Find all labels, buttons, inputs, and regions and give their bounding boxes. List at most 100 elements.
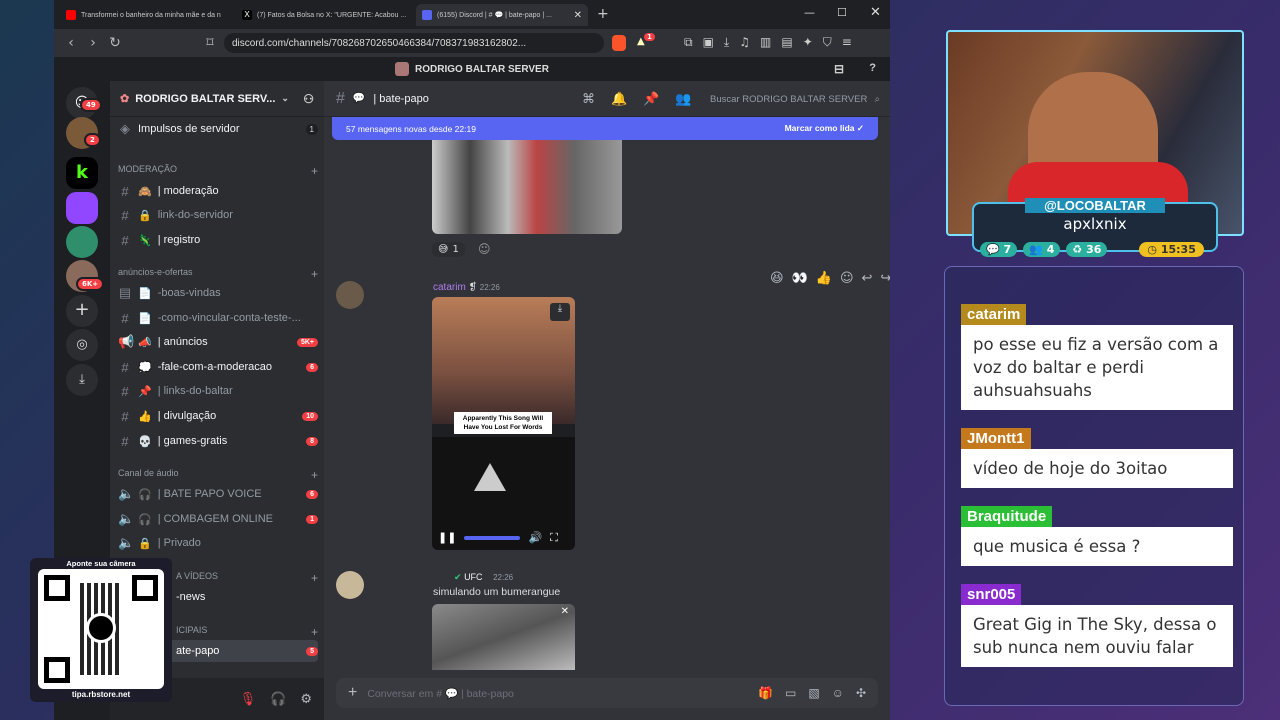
stream-stats: 💬 7 👥 4 ♻ 36 ◷ 15:35 — [980, 242, 1204, 257]
bell-icon[interactable]: 🔔 — [611, 91, 627, 107]
minimize-button[interactable]: — — [804, 6, 815, 19]
message-author[interactable]: ✔ UFC 22:26 — [454, 572, 513, 583]
brave-shield-icon[interactable] — [612, 35, 626, 51]
add-reaction-icon[interactable]: ☺ — [478, 242, 491, 256]
new-tab-button[interactable]: + — [597, 6, 609, 22]
add-server-icon[interactable]: + — [66, 295, 98, 327]
close-embed-icon[interactable]: ✕ — [561, 606, 569, 617]
channel-como-vincular[interactable]: # 📄 -como-vincular-conta-teste-... — [118, 307, 318, 329]
apps-icon[interactable]: ✣ — [856, 686, 866, 700]
add-channel-icon[interactable]: + — [311, 164, 318, 178]
channel-registro[interactable]: # 🦎 | registro — [118, 229, 318, 251]
forward-icon[interactable]: › — [82, 35, 104, 51]
maximize-button[interactable]: ☐ — [837, 6, 847, 19]
forward-icon[interactable]: ↪ — [880, 271, 890, 286]
gift-icon[interactable]: 🎁 — [758, 686, 773, 700]
video-player[interactable]: ⤓ Apparently This Song Will Have You Los… — [432, 297, 575, 550]
wallet-2-icon[interactable]: ▤ — [781, 35, 792, 50]
ai-icon[interactable]: ✦ — [803, 35, 813, 50]
headphones-icon[interactable]: 🎧 — [270, 692, 286, 707]
category-audio[interactable]: Canal de áudio + — [118, 468, 318, 482]
message-composer[interactable]: + Conversar em # 💬 | bate-papo 🎁 ▭ ▧ ☺ ✣ — [336, 678, 878, 708]
extensions-icon[interactable]: ⧉ — [684, 35, 693, 50]
qr-finder — [44, 575, 70, 601]
message-author[interactable]: catarim ❡ 22:26 — [433, 282, 500, 293]
members-icon[interactable]: 👥 — [675, 91, 691, 107]
attached-video[interactable]: ✕ — [432, 604, 575, 670]
download-icon[interactable]: ⤓ — [724, 35, 729, 50]
channel-name: | Privado — [157, 537, 201, 549]
voice-privado[interactable]: 🔈 🔒 | Privado — [118, 532, 318, 554]
add-channel-icon[interactable]: + — [311, 625, 318, 639]
avatar[interactable] — [336, 281, 364, 309]
category-anuncios[interactable]: anúncios-e-ofertas + — [118, 267, 318, 281]
threads-icon[interactable]: ⌘ — [582, 91, 595, 107]
add-member-icon[interactable]: ⚇ — [303, 92, 314, 106]
back-icon[interactable]: ‹ — [60, 35, 82, 51]
add-channel-icon[interactable]: + — [311, 571, 318, 585]
vpn-icon[interactable]: ⛉ — [823, 35, 832, 50]
reply-icon[interactable]: ↩ — [862, 271, 873, 286]
add-reaction-icon[interactable]: ☺ — [840, 271, 854, 286]
channel-games-gratis[interactable]: # 💀 | games-gratis 8 — [118, 430, 318, 452]
pause-icon[interactable]: ❚❚ — [438, 531, 456, 544]
explore-icon[interactable]: ◎ — [66, 329, 98, 361]
reaction-chip[interactable]: 😅 1 — [432, 242, 465, 257]
tab-discord[interactable]: (6155) Discord | # 💬 | bate-papo | ... ✕ — [416, 4, 588, 26]
reload-icon[interactable]: ↻ — [104, 35, 126, 51]
channel-emoji: 💭 — [138, 361, 152, 374]
settings-gear-icon[interactable]: ⚙ — [300, 692, 312, 707]
help-icon[interactable]: ? — [869, 62, 876, 74]
add-channel-icon[interactable]: + — [311, 468, 318, 482]
pin-icon[interactable]: 📌 — [643, 91, 659, 107]
mark-read-button[interactable]: Marcar como lida ✓ — [785, 123, 864, 134]
search-input[interactable]: Buscar RODRIGO BALTAR SERVER ⌕ — [710, 89, 880, 109]
download-icon[interactable]: ⤓ — [550, 303, 570, 321]
add-channel-icon[interactable]: + — [311, 267, 318, 281]
tab-x[interactable]: X (7) Fatos da Bolsa no X: "URGENTE: Aca… — [236, 4, 408, 26]
download-apps-icon[interactable]: ⤓ — [66, 364, 98, 396]
close-window-button[interactable]: ✕ — [870, 5, 881, 20]
channel-divulgacao[interactable]: # 👍 | divulgação 10 — [118, 405, 318, 427]
sticker-icon[interactable]: ▧ — [808, 686, 819, 700]
channel-name: -como-vincular-conta-teste-... — [157, 312, 301, 324]
twitch-icon[interactable] — [66, 192, 98, 224]
laugh-emoji-icon[interactable]: 😆 — [770, 271, 784, 286]
add-attachment-icon[interactable]: + — [348, 684, 357, 702]
inbox-icon[interactable]: ⊟ — [834, 62, 844, 76]
bookmark-icon[interactable]: ⌑ — [199, 35, 221, 51]
mic-muted-icon[interactable]: 🎙 — [240, 692, 257, 707]
channel-boas-vindas[interactable]: ▤ 📄 -boas-vindas — [118, 282, 318, 304]
channel-name: | registro — [157, 234, 201, 246]
chat-username: snr005 — [961, 584, 1022, 605]
close-tab-icon[interactable]: ✕ — [574, 10, 582, 21]
wallet-icon[interactable]: ▣ — [703, 35, 714, 50]
volume-icon[interactable]: 🔊 — [528, 531, 542, 544]
boost-item[interactable]: ◈ Impulsos de servidor 1 — [118, 118, 318, 140]
attached-image[interactable] — [432, 140, 622, 234]
channel-link-do-servidor[interactable]: # 🔒 link-do-servidor — [118, 204, 318, 226]
server-icon[interactable] — [66, 226, 98, 258]
media-icon[interactable]: ♫ — [739, 35, 750, 50]
gif-icon[interactable]: ▭ — [785, 686, 796, 700]
fullscreen-icon[interactable]: ⛶ — [550, 531, 558, 545]
kick-icon[interactable]: k — [66, 157, 98, 189]
channel-links-do-baltar[interactable]: # 📌 | links-do-baltar — [118, 380, 318, 402]
emoji-icon[interactable]: ☺ — [832, 686, 844, 700]
voice-combagem[interactable]: 🔈 🎧 | COMBAGEM ONLINE 1 — [118, 508, 318, 530]
voice-bate-papo[interactable]: 🔈 🎧 | BATE PAPO VOICE 6 — [118, 483, 318, 505]
tab-youtube[interactable]: Transformei o banheiro da minha mãe e da… — [60, 4, 230, 26]
new-messages-banner[interactable]: 57 mensagens novas desde 22:19 Marcar co… — [332, 117, 878, 140]
progress-bar[interactable] — [464, 535, 521, 540]
channel-moderacao[interactable]: # 🙈 | moderação — [118, 180, 318, 202]
channel-fale-com-a-moderacao[interactable]: # 💭 -fale-com-a-moderacao 6 — [118, 356, 318, 378]
category-moderacao[interactable]: MODERAÇÃO + — [118, 164, 318, 178]
menu-icon[interactable]: ≡ — [842, 35, 852, 50]
sidebar-icon[interactable]: ▥ — [760, 35, 771, 50]
channel-anuncios[interactable]: 📢 📣 | anúncios 5K+ — [118, 331, 318, 353]
server-header[interactable]: ✿ RODRIGO BALTAR SERV... ⌄ ⚇ — [110, 81, 324, 117]
avatar[interactable] — [336, 571, 364, 599]
url-input[interactable]: discord.com/channels/708268702650466384/… — [224, 33, 604, 53]
thumbs-up-emoji-icon[interactable]: 👍 — [816, 271, 832, 286]
eyes-emoji-icon[interactable]: 👀 — [792, 271, 808, 286]
